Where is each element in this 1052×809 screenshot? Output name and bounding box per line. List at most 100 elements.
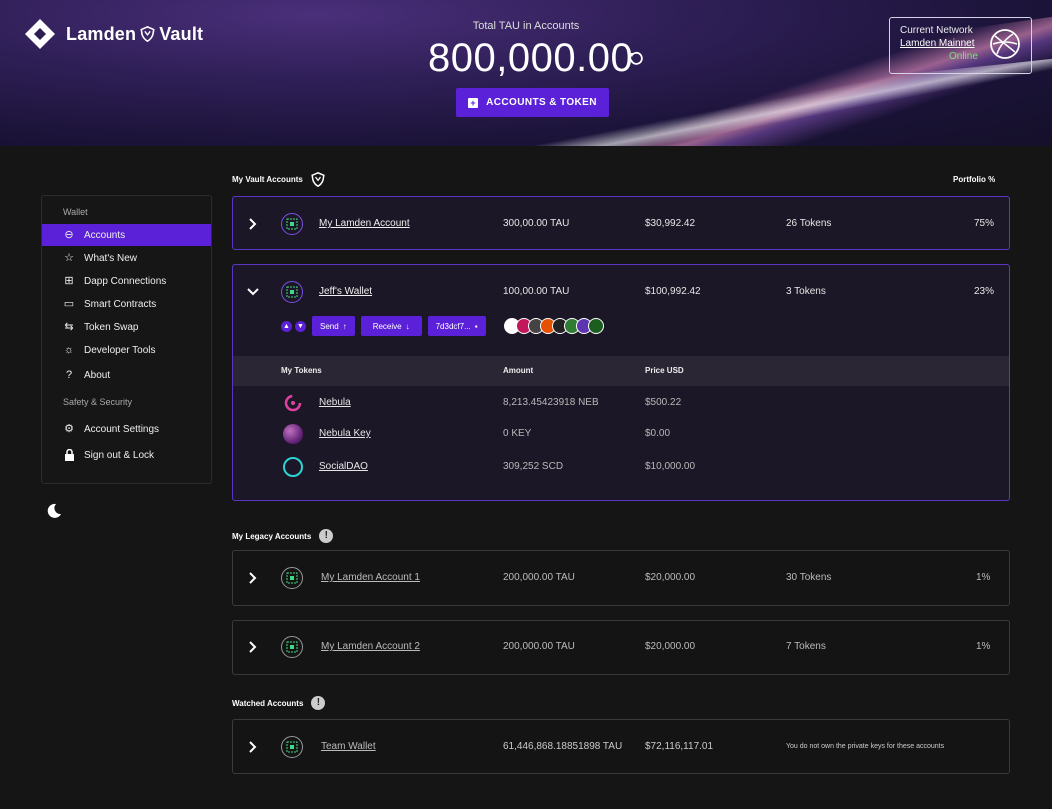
account-name-link[interactable]: My Lamden Account 2 [321, 637, 420, 657]
account-portfolio: 1% [976, 572, 991, 583]
network-panel[interactable]: Current Network Lamden Mainnet Online [889, 17, 1032, 74]
plus-icon: + [468, 97, 479, 108]
token-price: $10,000.00 [645, 461, 696, 472]
sidebar: Wallet ⊖ Accounts ☆ What's New ⊞ Dapp Co… [41, 195, 212, 484]
account-row: My Lamden Account 2 200,000.00 TAU $20,0… [233, 636, 1009, 658]
account-avatar-icon [281, 567, 303, 589]
address-label: 7d3dcf7... [435, 321, 471, 331]
send-button[interactable]: Send ↑ [312, 316, 355, 336]
account-avatar-icon [281, 281, 303, 303]
token-row[interactable]: Nebula 8,213.45423918 NEB $500.22 [233, 393, 1009, 413]
legacy-account-card[interactable]: My Lamden Account 1 200,000.00 TAU $20,0… [232, 550, 1010, 606]
arrow-up-icon: ↑ [342, 321, 347, 331]
account-tokens: 7 Tokens [786, 641, 826, 652]
token-row[interactable]: Nebula Key 0 KEY $0.00 [233, 424, 1009, 444]
info-icon[interactable]: ! [311, 696, 326, 710]
account-tokens: 3 Tokens [786, 286, 826, 297]
account-name-link[interactable]: Jeff's Wallet [319, 282, 372, 302]
sidebar-item-dapp-connections[interactable]: ⊞ Dapp Connections [42, 270, 211, 292]
chevron-right-icon[interactable] [249, 568, 261, 588]
token-amount: 8,213.45423918 NEB [503, 397, 599, 408]
arrow-down-icon: ↓ [405, 321, 410, 331]
token-icon-strip[interactable] [503, 318, 604, 334]
account-name-link[interactable]: My Lamden Account [319, 214, 410, 234]
send-label: Send [320, 321, 339, 331]
token-table-header: My Tokens Amount Price USD [233, 356, 1009, 386]
token-row[interactable]: SocialDAO 309,252 SCD $10,000.00 [233, 457, 1009, 477]
gear-icon: ⚙ [64, 423, 74, 435]
legacy-account-card[interactable]: My Lamden Account 2 200,000.00 TAU $20,0… [232, 620, 1010, 675]
accounts-token-label: ACCOUNTS & TOKEN [486, 97, 597, 108]
sidebar-item-sign-out[interactable]: Sign out & Lock [42, 444, 211, 466]
move-up-icon[interactable]: ▲ [281, 320, 292, 332]
sidebar-item-token-swap[interactable]: ⇆ Token Swap [42, 316, 211, 338]
sidebar-item-label: About [84, 369, 111, 381]
sidebar-item-label: Developer Tools [84, 344, 156, 356]
legacy-title-text: My Legacy Accounts [232, 531, 312, 541]
sidebar-item-account-settings[interactable]: ⚙ Account Settings [42, 418, 211, 440]
account-usd: $20,000.00 [645, 641, 696, 652]
watched-account-card[interactable]: Team Wallet 61,446,868.18851898 TAU $72,… [232, 719, 1010, 774]
legacy-section-title: My Legacy Accounts ! [232, 529, 334, 543]
token-amount: 0 KEY [503, 428, 532, 439]
sidebar-item-accounts[interactable]: ⊖ Accounts [42, 224, 211, 246]
sidebar-section-safety: Safety & Security [63, 397, 133, 407]
receive-button[interactable]: Receive ↓ [360, 316, 422, 336]
token-amount: 309,252 SCD [503, 461, 564, 472]
account-name-link[interactable]: Team Wallet [321, 737, 376, 757]
header-banner: Lamden Vault Total TAU in Accounts 800,0… [0, 0, 1052, 146]
account-amount: 100,00.00 TAU [503, 286, 570, 297]
token-price: $500.22 [645, 397, 682, 408]
accounts-token-button[interactable]: + ACCOUNTS & TOKEN [456, 88, 609, 117]
account-avatar-icon [281, 736, 303, 758]
token-price: $0.00 [645, 428, 671, 439]
wallet-icon: ⊖ [64, 229, 74, 241]
account-amount: 300,00.00 TAU [503, 218, 570, 229]
chevron-right-icon[interactable] [249, 737, 261, 757]
copy-address-button[interactable]: 7d3dcf7... ▪ [427, 316, 486, 336]
swap-icon: ⇆ [64, 321, 74, 333]
token-name-link[interactable]: Nebula [319, 393, 351, 413]
account-card[interactable]: My Lamden Account 300,00.00 TAU $30,992.… [232, 196, 1010, 250]
moon-icon[interactable] [45, 502, 63, 520]
portfolio-label: Portfolio % [953, 175, 996, 184]
sidebar-item-label: What's New [84, 252, 138, 264]
chevron-right-icon[interactable] [249, 637, 261, 657]
sidebar-item-smart-contracts[interactable]: ▭ Smart Contracts [42, 293, 211, 315]
sidebar-item-whats-new[interactable]: ☆ What's New [42, 247, 211, 269]
sidebar-item-about[interactable]: ? About [42, 364, 211, 386]
account-usd: $72,116,117.01 [645, 741, 714, 752]
help-icon: ? [65, 369, 73, 381]
header-my-tokens: My Tokens [281, 366, 322, 375]
chevron-right-icon[interactable] [249, 214, 261, 234]
account-actions: ▲ ▼ Send ↑ Receive ↓ 7d3dcf7... ▪ [281, 316, 604, 336]
account-usd: $20,000.00 [645, 572, 696, 583]
refresh-icon[interactable] [628, 50, 644, 66]
header-amount: Amount [503, 366, 534, 375]
watched-title-text: Watched Accounts [232, 698, 304, 708]
account-name-link[interactable]: My Lamden Account 1 [321, 568, 420, 588]
grid-icon: ⊞ [64, 275, 74, 287]
token-name-link[interactable]: SocialDAO [319, 457, 368, 477]
sidebar-item-developer-tools[interactable]: ☼ Developer Tools [42, 339, 211, 361]
sidebar-item-label: Accounts [84, 229, 126, 241]
account-portfolio: 75% [974, 218, 995, 229]
info-icon[interactable]: ! [319, 529, 334, 543]
account-amount: 200,000.00 TAU [503, 641, 575, 652]
vault-title-text: My Vault Accounts [232, 175, 303, 184]
star-icon: ☆ [64, 252, 74, 264]
account-tokens: 26 Tokens [786, 218, 832, 229]
move-down-icon[interactable]: ▼ [295, 320, 306, 332]
sidebar-section-wallet: Wallet [63, 207, 88, 217]
token-name-link[interactable]: Nebula Key [319, 424, 371, 444]
account-amount: 200,000.00 TAU [503, 572, 575, 583]
account-card-expanded[interactable]: Jeff's Wallet 100,00.00 TAU $100,992.42 … [232, 264, 1010, 501]
account-avatar-icon [281, 636, 303, 658]
lightbulb-icon: ☼ [63, 344, 75, 356]
sidebar-item-label: Sign out & Lock [84, 449, 155, 461]
sidebar-item-label: Smart Contracts [84, 298, 157, 310]
lock-icon [63, 448, 75, 461]
copy-icon: ▪ [474, 321, 478, 331]
chevron-down-icon[interactable] [247, 282, 259, 302]
nebula-key-icon [283, 424, 303, 444]
